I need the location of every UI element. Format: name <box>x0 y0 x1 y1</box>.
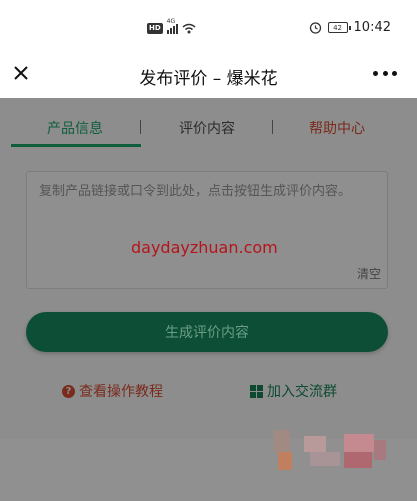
join-group-link[interactable]: 加入交流群 <box>250 381 337 401</box>
status-indicators: HD 4G <box>147 18 196 34</box>
qr-code-icon <box>250 384 263 398</box>
link-input[interactable]: 复制产品链接或口令到此处，点击按钮生成评价内容。 清空 <box>26 171 388 289</box>
status-bar: HD 4G 42 10:42 <box>0 0 417 50</box>
blurred-region <box>274 430 404 476</box>
title-bar: 发布评价 – 爆米花 <box>0 50 417 98</box>
cellular-signal-icon: 4G <box>166 18 178 34</box>
page-content: 产品信息 评价内容 帮助中心 复制产品链接或口令到此处，点击按钮生成评价内容。 … <box>0 98 417 501</box>
link-input-placeholder: 复制产品链接或口令到此处，点击按钮生成评价内容。 <box>39 184 352 199</box>
hd-badge: HD <box>147 22 163 34</box>
alarm-icon <box>309 22 321 34</box>
more-icon[interactable] <box>373 66 397 80</box>
watermark-text: daydayzhuan.com <box>131 238 278 257</box>
tab-product-info[interactable]: 产品信息 <box>47 118 103 138</box>
status-time: 10:42 <box>353 20 391 35</box>
tutorial-link-label: 查看操作教程 <box>79 384 163 400</box>
active-tab-indicator <box>11 144 141 147</box>
status-right: 42 10:42 <box>309 20 391 35</box>
tab-review-content[interactable]: 评价内容 <box>179 118 235 138</box>
question-icon: ? <box>62 384 75 398</box>
wifi-icon <box>182 23 196 33</box>
join-group-label: 加入交流群 <box>267 384 337 400</box>
battery-icon: 42 <box>327 22 351 33</box>
tab-help-center[interactable]: 帮助中心 <box>309 118 365 138</box>
page-title: 发布评价 – 爆米花 <box>139 69 278 89</box>
tab-divider <box>140 120 141 134</box>
generate-review-button[interactable]: 生成评价内容 <box>26 312 388 352</box>
tutorial-link[interactable]: ? 查看操作教程 <box>62 381 163 401</box>
tab-divider <box>272 120 273 134</box>
tab-bar: 产品信息 评价内容 帮助中心 <box>0 98 417 148</box>
clear-button[interactable]: 清空 <box>357 265 381 282</box>
